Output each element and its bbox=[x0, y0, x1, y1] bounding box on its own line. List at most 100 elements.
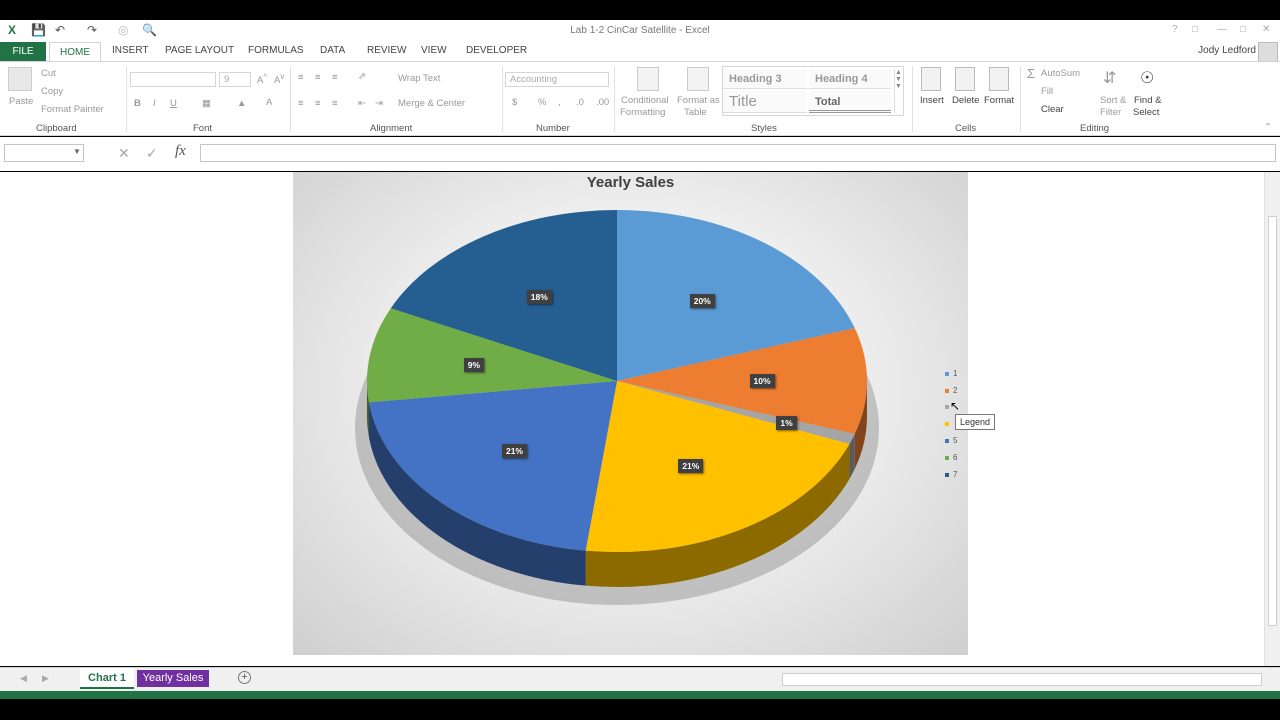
percent-icon[interactable]: % bbox=[538, 97, 546, 108]
chart-area[interactable]: Yearly Sales 20% 10% 1% 21% 21% 9% 18% bbox=[293, 172, 968, 655]
shrink-font-icon[interactable]: Av bbox=[274, 72, 284, 86]
number-format-combo[interactable]: Accounting bbox=[505, 72, 609, 87]
tab-developer[interactable]: DEVELOPER bbox=[466, 45, 527, 56]
format-button[interactable]: Format bbox=[984, 95, 1014, 106]
italic-button[interactable]: I bbox=[153, 98, 156, 109]
formula-input[interactable] bbox=[200, 144, 1276, 162]
data-label-3[interactable]: 1% bbox=[776, 415, 797, 430]
cut-button[interactable]: Cut bbox=[41, 68, 56, 79]
collapse-ribbon-icon[interactable]: ⌃ bbox=[1264, 122, 1272, 133]
fill-button[interactable]: Fill bbox=[1041, 86, 1053, 97]
tab-formulas[interactable]: FORMULAS bbox=[248, 45, 304, 56]
copy-button[interactable]: Copy bbox=[41, 86, 63, 97]
horizontal-scrollbar[interactable] bbox=[782, 673, 1262, 686]
legend-entry-7[interactable]: 7 bbox=[945, 470, 957, 479]
enter-icon[interactable]: ✓ bbox=[146, 145, 158, 162]
merge-center-button[interactable]: Merge & Center bbox=[398, 98, 465, 109]
align-right-icon[interactable]: ≡ bbox=[332, 98, 338, 109]
tab-review[interactable]: REVIEW bbox=[367, 45, 406, 56]
border-icon[interactable]: ▦ bbox=[202, 98, 211, 109]
autosum-button[interactable]: AutoSum bbox=[1041, 68, 1080, 79]
find-select-button-line2[interactable]: Select bbox=[1133, 107, 1159, 118]
autosum-icon[interactable]: Σ bbox=[1027, 66, 1035, 81]
conditional-formatting-icon[interactable] bbox=[637, 67, 659, 91]
data-label-1[interactable]: 20% bbox=[689, 293, 715, 308]
restore-icon[interactable]: □ bbox=[1240, 24, 1246, 35]
binoculars-icon[interactable]: ☉ bbox=[1140, 68, 1154, 88]
increase-decimal-icon[interactable]: .0 bbox=[576, 97, 584, 108]
data-label-6[interactable]: 9% bbox=[463, 358, 485, 373]
ribbon-display-icon[interactable]: □ bbox=[1192, 24, 1198, 35]
data-label-5[interactable]: 21% bbox=[501, 444, 527, 459]
legend-entry-6[interactable]: 6 bbox=[945, 453, 957, 462]
align-left-icon[interactable]: ≡ bbox=[298, 98, 304, 109]
sheet-next-icon[interactable]: ▶ bbox=[42, 673, 49, 684]
conditional-formatting-button[interactable]: Conditional bbox=[621, 95, 669, 106]
data-label-4[interactable]: 21% bbox=[678, 459, 704, 474]
tab-file[interactable]: FILE bbox=[0, 42, 46, 62]
grow-font-icon[interactable]: A^ bbox=[257, 72, 267, 86]
format-as-table-icon[interactable] bbox=[687, 67, 709, 91]
style-heading4[interactable]: Heading 4 bbox=[809, 69, 891, 89]
sheet-prev-icon[interactable]: ◀ bbox=[20, 673, 27, 684]
legend-entry-5[interactable]: 5 bbox=[945, 436, 957, 445]
top-align-icon[interactable]: ≡ bbox=[298, 72, 304, 83]
format-as-table-button-line2[interactable]: Table bbox=[684, 107, 707, 118]
wrap-text-button[interactable]: Wrap Text bbox=[398, 73, 440, 84]
delete-cells-icon[interactable] bbox=[955, 67, 975, 91]
delete-button[interactable]: Delete bbox=[952, 95, 979, 106]
vertical-scroll-thumb[interactable] bbox=[1268, 216, 1277, 626]
format-cells-icon[interactable] bbox=[989, 67, 1009, 91]
find-select-button[interactable]: Find & bbox=[1134, 95, 1161, 106]
insert-button[interactable]: Insert bbox=[920, 95, 944, 106]
insert-function-icon[interactable]: fx bbox=[175, 143, 186, 160]
legend-entry-4[interactable] bbox=[945, 419, 953, 428]
cancel-icon[interactable]: ✕ bbox=[118, 145, 130, 162]
conditional-formatting-button-line2[interactable]: Formatting bbox=[620, 107, 665, 118]
tab-page-layout[interactable]: PAGE LAYOUT bbox=[165, 45, 234, 56]
clear-button[interactable]: Clear bbox=[1041, 104, 1064, 115]
comma-icon[interactable]: , bbox=[558, 97, 561, 108]
bottom-align-icon[interactable]: ≡ bbox=[332, 72, 338, 83]
sort-filter-button-line2[interactable]: Filter bbox=[1100, 107, 1121, 118]
new-sheet-icon[interactable]: + bbox=[238, 671, 251, 684]
underline-button[interactable]: U bbox=[170, 98, 177, 109]
data-label-7[interactable]: 18% bbox=[526, 290, 552, 305]
tab-view[interactable]: VIEW bbox=[421, 45, 447, 56]
user-name[interactable]: Jody Ledford bbox=[1198, 45, 1256, 56]
legend-entry-1[interactable]: 1 bbox=[945, 369, 957, 378]
pie-chart-plot[interactable] bbox=[293, 172, 968, 655]
font-size-combo[interactable]: 9 bbox=[219, 72, 251, 87]
gallery-scroll-icon[interactable]: ▲ ▼ ▼ bbox=[894, 69, 903, 113]
data-label-2[interactable]: 10% bbox=[749, 374, 775, 388]
fill-color-icon[interactable]: ▲ bbox=[237, 98, 246, 109]
sheet-tab-chart1[interactable]: Chart 1 bbox=[80, 668, 134, 689]
style-total[interactable]: Total bbox=[809, 91, 891, 113]
format-as-table-button[interactable]: Format as bbox=[677, 95, 720, 106]
font-color-icon[interactable]: A bbox=[266, 97, 272, 108]
decrease-indent-icon[interactable]: ⇤ bbox=[358, 98, 366, 109]
paste-button[interactable]: Paste bbox=[9, 96, 33, 107]
vertical-scrollbar[interactable] bbox=[1264, 172, 1280, 666]
bold-button[interactable]: B bbox=[134, 98, 141, 109]
paste-icon[interactable] bbox=[8, 67, 32, 91]
currency-icon[interactable]: $ bbox=[512, 97, 517, 108]
style-title[interactable]: Title bbox=[723, 91, 807, 113]
help-icon[interactable]: ? bbox=[1172, 24, 1178, 35]
name-box[interactable] bbox=[4, 144, 84, 162]
sort-filter-button[interactable]: Sort & bbox=[1100, 95, 1126, 106]
align-center-icon[interactable]: ≡ bbox=[315, 98, 321, 109]
name-box-dropdown-icon[interactable]: ▼ bbox=[73, 147, 81, 156]
tab-home[interactable]: HOME bbox=[49, 42, 101, 63]
style-heading3[interactable]: Heading 3 bbox=[723, 69, 807, 89]
minimize-icon[interactable]: — bbox=[1217, 24, 1227, 35]
sheet-tab-yearly-sales[interactable]: Yearly Sales bbox=[137, 670, 209, 687]
font-name-combo[interactable] bbox=[130, 72, 216, 87]
format-painter-button[interactable]: Format Painter bbox=[41, 104, 104, 115]
avatar[interactable] bbox=[1258, 42, 1278, 62]
increase-indent-icon[interactable]: ⇥ bbox=[375, 98, 383, 109]
insert-cells-icon[interactable] bbox=[921, 67, 941, 91]
legend-entry-2[interactable]: 2 bbox=[945, 386, 957, 395]
decrease-decimal-icon[interactable]: .00 bbox=[596, 97, 609, 108]
tab-data[interactable]: DATA bbox=[320, 45, 345, 56]
